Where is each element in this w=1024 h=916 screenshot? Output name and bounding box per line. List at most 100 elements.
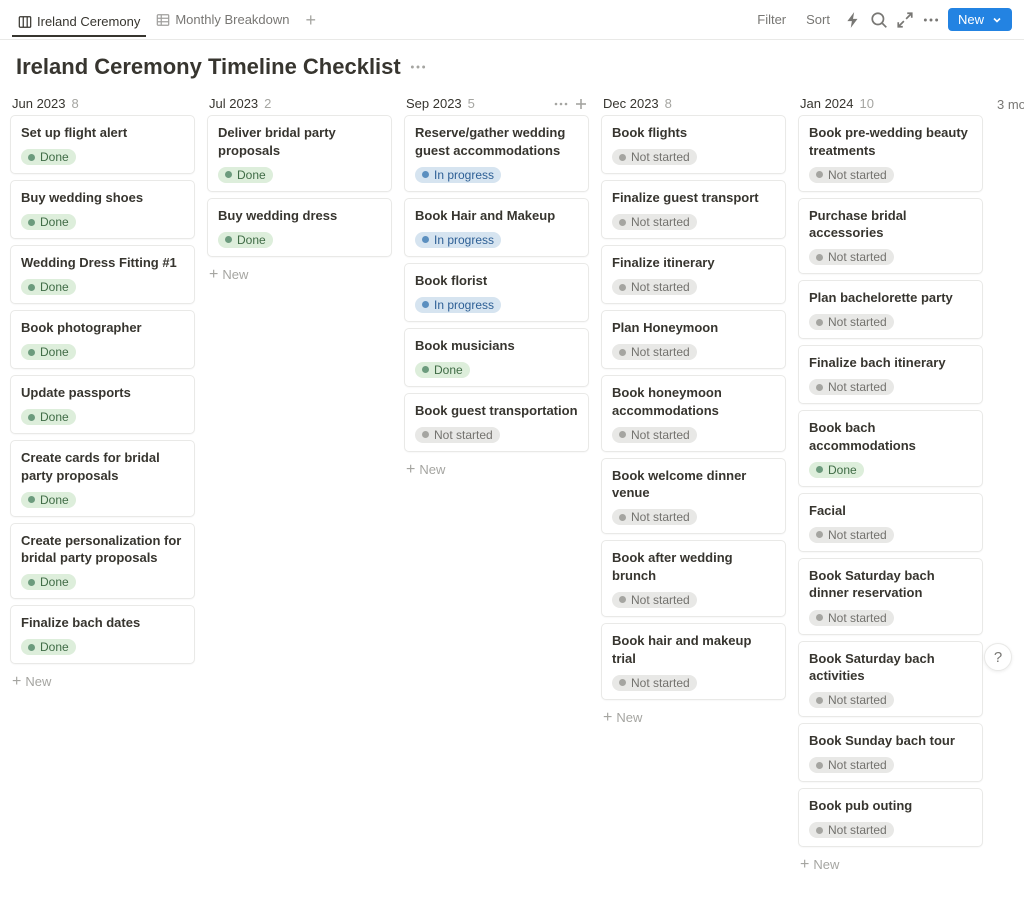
status-text: Not started <box>828 758 887 772</box>
card[interactable]: Book guest transportationNot started <box>404 393 589 452</box>
board-tail: 3 more <box>995 92 1024 116</box>
card[interactable]: Book hair and makeup trialNot started <box>601 623 786 700</box>
status-badge: Done <box>809 462 864 478</box>
card-title: Book Saturday bach activities <box>809 650 972 685</box>
card[interactable]: Book photographerDone <box>10 310 195 369</box>
card[interactable]: Book flightsNot started <box>601 115 786 174</box>
card-title: Plan bachelorette party <box>809 289 972 307</box>
more-icon[interactable] <box>922 11 940 29</box>
sort-button[interactable]: Sort <box>800 8 836 31</box>
card[interactable]: Finalize bach itineraryNot started <box>798 345 983 404</box>
card[interactable]: Purchase bridal accessoriesNot started <box>798 198 983 275</box>
status-badge: Not started <box>612 509 697 525</box>
card[interactable]: Book floristIn progress <box>404 263 589 322</box>
status-dot-icon <box>816 827 823 834</box>
card[interactable]: Book musiciansDone <box>404 328 589 387</box>
card[interactable]: Finalize guest transportNot started <box>601 180 786 239</box>
card[interactable]: Book bach accommodationsDone <box>798 410 983 487</box>
card[interactable]: Finalize itineraryNot started <box>601 245 786 304</box>
help-button[interactable]: ? <box>984 643 1012 671</box>
card-title: Set up flight alert <box>21 124 184 142</box>
page-title[interactable]: Ireland Ceremony Timeline Checklist <box>16 54 401 80</box>
card[interactable]: Update passportsDone <box>10 375 195 434</box>
lightning-icon[interactable] <box>844 11 862 29</box>
card[interactable]: Reserve/gather wedding guest accommodati… <box>404 115 589 192</box>
card[interactable]: Book after wedding brunchNot started <box>601 540 786 617</box>
card[interactable]: Buy wedding shoesDone <box>10 180 195 239</box>
card-title: Book pre-wedding beauty treatments <box>809 124 972 159</box>
chevron-down-icon <box>992 15 1002 25</box>
status-badge: Done <box>21 492 76 508</box>
column-count: 10 <box>860 96 874 111</box>
board-column: Sep 2023 5 Reserve/gather wedding guest ac… <box>404 92 589 481</box>
card-title: Finalize bach itinerary <box>809 354 972 372</box>
page-more-icon[interactable] <box>409 58 427 76</box>
add-card-button[interactable]: +New <box>207 263 392 286</box>
card[interactable]: Book pre-wedding beauty treatmentsNot st… <box>798 115 983 192</box>
card[interactable]: Book Sunday bach tour Not started <box>798 723 983 782</box>
status-badge: Not started <box>612 149 697 165</box>
card[interactable]: Set up flight alertDone <box>10 115 195 174</box>
status-dot-icon <box>422 431 429 438</box>
status-badge: Not started <box>809 757 894 773</box>
card[interactable]: Plan bachelorette party Not started <box>798 280 983 339</box>
status-badge: Not started <box>809 314 894 330</box>
tab-ireland-ceremony[interactable]: Ireland Ceremony <box>12 10 146 37</box>
expand-icon[interactable] <box>896 11 914 29</box>
card[interactable]: Book Saturday bach dinner reservationNot… <box>798 558 983 635</box>
card-title: Book Sunday bach tour <box>809 732 972 750</box>
tab-label: Monthly Breakdown <box>175 12 289 27</box>
column-header[interactable]: Jan 202410 <box>798 92 983 115</box>
status-dot-icon <box>619 349 626 356</box>
board-column: Jan 202410Book pre-wedding beauty treatm… <box>798 92 983 876</box>
status-text: Not started <box>631 280 690 294</box>
table-icon <box>156 13 170 27</box>
card[interactable]: Plan HoneymoonNot started <box>601 310 786 369</box>
add-card-button[interactable]: +New <box>10 670 195 693</box>
filter-button[interactable]: Filter <box>751 8 792 31</box>
card[interactable]: Finalize bach datesDone <box>10 605 195 664</box>
status-dot-icon <box>816 531 823 538</box>
tab-label: Ireland Ceremony <box>37 14 140 29</box>
status-dot-icon <box>422 366 429 373</box>
card[interactable]: Book Hair and MakeupIn progress <box>404 198 589 257</box>
column-header[interactable]: Jun 20238 <box>10 92 195 115</box>
column-more-icon[interactable] <box>553 96 569 112</box>
status-badge: Not started <box>612 592 697 608</box>
card[interactable]: Book pub outingNot started <box>798 788 983 847</box>
status-badge: Done <box>21 639 76 655</box>
card[interactable]: Wedding Dress Fitting #1Done <box>10 245 195 304</box>
add-card-button[interactable]: +New <box>798 853 983 876</box>
tab-monthly-breakdown[interactable]: Monthly Breakdown <box>150 8 295 31</box>
column-add-icon[interactable] <box>573 96 589 112</box>
add-card-label: New <box>419 462 445 477</box>
new-button[interactable]: New <box>948 8 1012 31</box>
column-header[interactable]: Dec 20238 <box>601 92 786 115</box>
more-columns-button[interactable]: 3 more <box>995 92 1024 116</box>
search-icon[interactable] <box>870 11 888 29</box>
status-text: Done <box>40 640 69 654</box>
column-label: Jul 2023 <box>209 96 258 111</box>
card[interactable]: Create cards for bridal party proposalsD… <box>10 440 195 517</box>
card[interactable]: Book welcome dinner venueNot started <box>601 458 786 535</box>
status-dot-icon <box>225 171 232 178</box>
card[interactable]: Book honeymoon accommodationsNot started <box>601 375 786 452</box>
status-dot-icon <box>816 254 823 261</box>
card-title: Reserve/gather wedding guest accommodati… <box>415 124 578 159</box>
column-header[interactable]: Sep 2023 5 <box>404 92 589 115</box>
add-card-button[interactable]: +New <box>404 458 589 481</box>
card[interactable]: Buy wedding dressDone <box>207 198 392 257</box>
column-label: Sep 2023 <box>406 96 462 111</box>
column-header[interactable]: Jul 20232 <box>207 92 392 115</box>
status-text: Done <box>40 215 69 229</box>
card-title: Book guest transportation <box>415 402 578 420</box>
card[interactable]: FacialNot started <box>798 493 983 552</box>
card[interactable]: Create personalization for bridal party … <box>10 523 195 600</box>
status-text: Done <box>434 363 463 377</box>
add-card-button[interactable]: +New <box>601 706 786 729</box>
add-view-button[interactable]: + <box>300 11 323 29</box>
card[interactable]: Deliver bridal party proposalsDone <box>207 115 392 192</box>
card-title: Wedding Dress Fitting #1 <box>21 254 184 272</box>
column-count: 5 <box>468 96 475 111</box>
card[interactable]: Book Saturday bach activitiesNot started <box>798 641 983 718</box>
